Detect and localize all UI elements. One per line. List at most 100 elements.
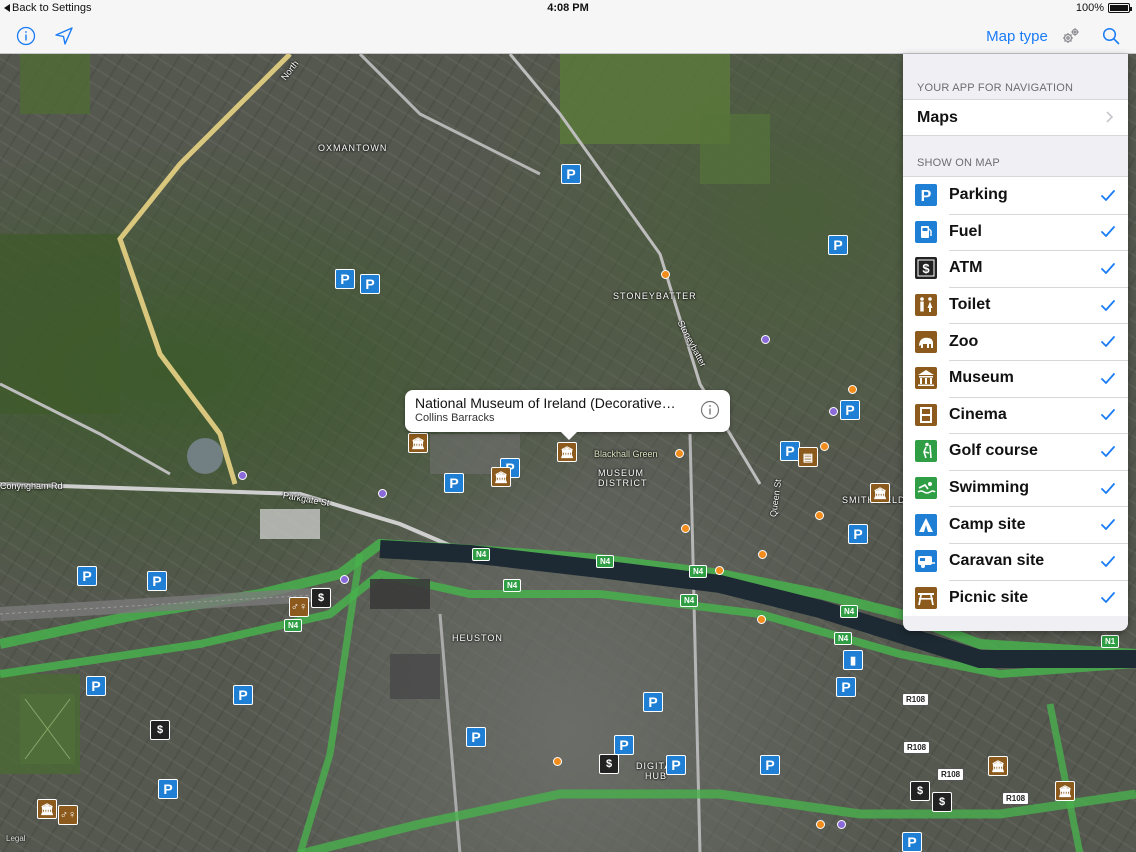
show-on-map-row-picnic-site[interactable]: Picnic site (903, 579, 1128, 617)
route-shield-n4: N4 (284, 619, 303, 632)
show-on-map-row-toilet[interactable]: Toilet (903, 286, 1128, 324)
map-settings-popover: YOUR APP FOR NAVIGATION Maps SHOW ON MAP… (903, 54, 1128, 631)
picnic-icon (915, 586, 937, 609)
info-button[interactable] (14, 23, 38, 49)
poi-dot[interactable] (848, 385, 857, 394)
locate-button[interactable] (52, 23, 76, 49)
route-shield-n4: N4 (596, 555, 615, 568)
show-on-map-row-cinema[interactable]: Cinema (903, 396, 1128, 434)
atm-pin[interactable]: $ (599, 754, 619, 774)
parking-pin[interactable]: P (848, 524, 868, 544)
parking-pin[interactable]: P (77, 566, 97, 586)
parking-pin[interactable]: P (643, 692, 663, 712)
parking-pin[interactable]: P (780, 441, 800, 461)
parking-pin[interactable]: P (902, 832, 922, 852)
show-on-map-row-museum[interactable]: Museum (903, 359, 1128, 397)
show-on-map-label: Golf course (949, 442, 1038, 460)
poi-dot[interactable] (757, 615, 766, 624)
museum-pin[interactable]: 🏛 (1055, 781, 1075, 801)
svg-text:P: P (921, 188, 932, 205)
road-label-conyngham: Conyngham Rd (0, 481, 63, 491)
museum-pin[interactable]: 🏛 (988, 756, 1008, 776)
poi-dot[interactable] (553, 757, 562, 766)
poi-dot[interactable] (715, 566, 724, 575)
parking-pin[interactable]: P (614, 735, 634, 755)
parking-pin[interactable]: P (147, 571, 167, 591)
checkmark-icon (1096, 263, 1120, 274)
poi-dot[interactable] (681, 524, 690, 533)
parking-pin[interactable]: P (760, 755, 780, 775)
callout-info-button[interactable] (700, 400, 720, 420)
show-on-map-row-parking[interactable]: P Parking (903, 177, 1128, 214)
battery-icon (1108, 3, 1132, 13)
parking-pin[interactable]: P (158, 779, 178, 799)
parking-pin[interactable]: P (466, 727, 486, 747)
parking-pin[interactable]: P (86, 676, 106, 696)
fuel-pin[interactable]: ▮ (843, 650, 863, 670)
show-on-map-row-zoo[interactable]: Zoo (903, 323, 1128, 360)
route-shield-n4: N4 (472, 548, 491, 561)
area-label-museum: MUSEUM (598, 468, 644, 478)
show-on-map-row-atm[interactable]: $ ATM (903, 250, 1128, 287)
museum-pin[interactable]: 🏛 (870, 483, 890, 503)
show-on-map-row-caravan-site[interactable]: Caravan site (903, 542, 1128, 580)
navigation-app-row[interactable]: Maps (903, 99, 1128, 136)
parking-pin[interactable]: P (828, 235, 848, 255)
atm-pin[interactable]: $ (910, 781, 930, 801)
battery-fill (1110, 5, 1128, 11)
callout-subtitle: Collins Barracks (415, 412, 495, 424)
nav-bar: Map type (0, 18, 1136, 54)
toilet-icon (915, 294, 937, 317)
museum-pin[interactable]: 🏛 (491, 467, 511, 487)
zoo-icon (915, 330, 937, 353)
settings-button[interactable] (1060, 23, 1082, 49)
poi-dot[interactable] (820, 442, 829, 451)
show-on-map-label: Camp site (949, 515, 1026, 533)
route-shield-n4: N4 (689, 565, 708, 578)
atm-pin[interactable]: $ (150, 720, 170, 740)
legal-attribution[interactable]: Legal (6, 834, 26, 843)
parking-pin[interactable]: P (836, 677, 856, 697)
cinema-pin[interactable]: ▤ (798, 447, 818, 467)
poi-dot[interactable] (238, 471, 247, 480)
show-on-map-list: P Parking Fuel $ ATM Toilet Zoo Museum Cinema Gol… (903, 176, 1128, 617)
section-header-navigation: YOUR APP FOR NAVIGATION (917, 82, 1074, 94)
museum-pin[interactable]: 🏛 (408, 433, 428, 453)
poi-callout[interactable]: National Museum of Ireland (Decorative… … (405, 390, 730, 440)
poi-dot[interactable] (837, 820, 846, 829)
parking-pin[interactable]: P (561, 164, 581, 184)
show-on-map-row-fuel[interactable]: Fuel (903, 213, 1128, 251)
museum-pin[interactable]: 🏛 (37, 799, 57, 819)
museum-pin-selected[interactable]: 🏛 (557, 442, 577, 462)
show-on-map-row-golf-course[interactable]: Golf course (903, 433, 1128, 470)
poi-dot[interactable] (758, 550, 767, 559)
poi-dot[interactable] (340, 575, 349, 584)
poi-dot[interactable] (761, 335, 770, 344)
parking-pin[interactable]: P (444, 473, 464, 493)
toilet-pin[interactable]: ♂♀ (289, 597, 309, 617)
atm-pin[interactable]: $ (311, 588, 331, 608)
poi-dot[interactable] (816, 820, 825, 829)
parking-pin[interactable]: P (360, 274, 380, 294)
parking-pin[interactable]: P (666, 755, 686, 775)
map-type-button[interactable]: Map type (980, 23, 1054, 49)
poi-dot[interactable] (815, 511, 824, 520)
poi-dot[interactable] (675, 449, 684, 458)
atm-pin[interactable]: $ (932, 792, 952, 812)
show-on-map-row-swimming[interactable]: Swimming (903, 469, 1128, 507)
show-on-map-row-camp-site[interactable]: Camp site (903, 506, 1128, 543)
cinema-icon (915, 403, 937, 426)
checkmark-icon (1096, 372, 1120, 384)
checkmark-icon (1096, 482, 1120, 494)
toilet-pin[interactable]: ♂♀ (58, 805, 78, 825)
poi-dot[interactable] (378, 489, 387, 498)
battery-percent: 100% (1075, 2, 1104, 14)
route-shield-r108: R108 (903, 741, 931, 754)
golf-icon (915, 440, 937, 463)
poi-dot[interactable] (829, 407, 838, 416)
poi-dot[interactable] (661, 270, 670, 279)
parking-pin[interactable]: P (840, 400, 860, 420)
parking-pin[interactable]: P (233, 685, 253, 705)
search-button[interactable] (1100, 23, 1122, 49)
parking-pin[interactable]: P (335, 269, 355, 289)
